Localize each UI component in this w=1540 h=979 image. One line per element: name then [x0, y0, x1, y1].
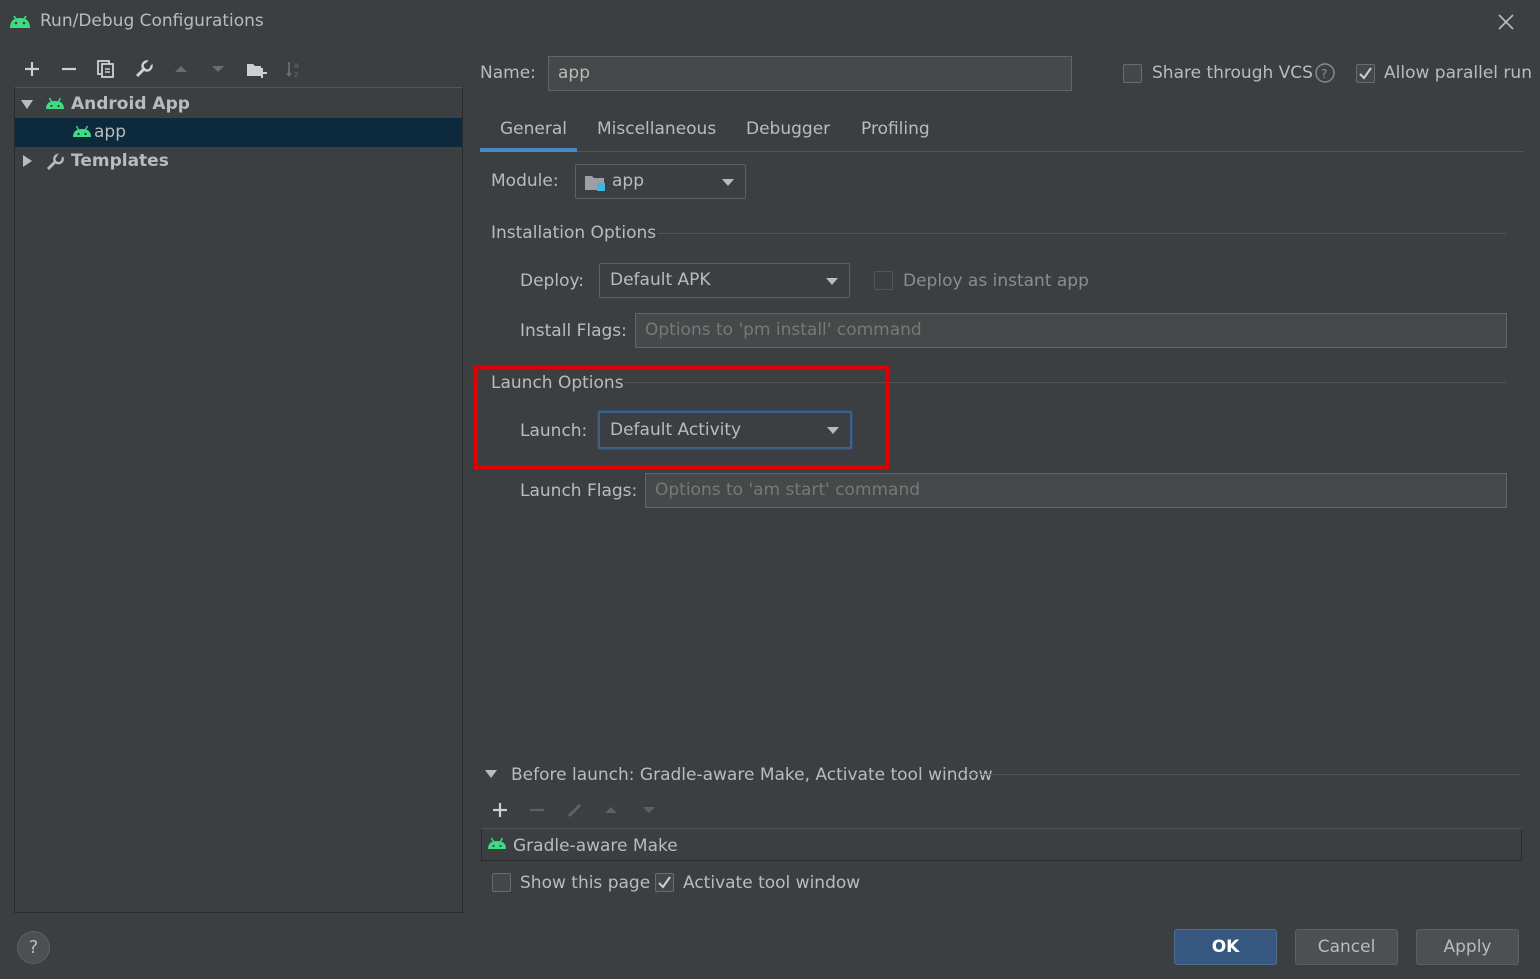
- new-folder-icon[interactable]: [241, 54, 271, 84]
- chevron-down-icon: [825, 277, 839, 286]
- installation-options-title: Installation Options: [491, 223, 657, 243]
- remove-task-icon[interactable]: [522, 795, 552, 825]
- tree-item-templates[interactable]: Templates: [15, 147, 462, 176]
- highlight-box: [474, 365, 889, 469]
- cancel-button[interactable]: Cancel: [1295, 929, 1398, 965]
- module-dropdown[interactable]: app: [575, 164, 746, 199]
- tab-active-indicator: [480, 148, 577, 152]
- module-folder-icon: [584, 173, 608, 193]
- install-flags-label: Install Flags:: [520, 321, 627, 341]
- task-label: Gradle-aware Make: [513, 836, 678, 856]
- title-bar: Run/Debug Configurations: [0, 0, 1540, 44]
- help-circle-icon[interactable]: ?: [1314, 62, 1336, 84]
- add-task-icon[interactable]: [485, 795, 515, 825]
- name-field[interactable]: app: [548, 56, 1072, 91]
- add-icon[interactable]: [17, 54, 47, 84]
- remove-icon[interactable]: [54, 54, 84, 84]
- tree-item-app[interactable]: app: [15, 118, 462, 147]
- tree-item-label: Templates: [71, 151, 169, 171]
- svg-text:z: z: [294, 70, 298, 79]
- allow-parallel-checkbox[interactable]: [1356, 64, 1375, 83]
- android-icon: [487, 836, 507, 852]
- tab-label: Profiling: [861, 119, 930, 139]
- show-page-checkbox[interactable]: [492, 873, 511, 892]
- android-icon: [45, 96, 65, 112]
- collapse-arrow-icon[interactable]: [484, 768, 498, 780]
- deploy-label: Deploy:: [520, 271, 585, 291]
- move-up-icon[interactable]: [166, 54, 196, 84]
- tab-label: Miscellaneous: [597, 119, 717, 139]
- show-page-label: Show this page: [520, 873, 651, 893]
- deploy-value: Default APK: [610, 270, 711, 290]
- expand-arrow-icon[interactable]: [20, 97, 34, 111]
- collapse-arrow-icon[interactable]: [20, 154, 34, 168]
- module-value: app: [612, 171, 644, 191]
- deploy-dropdown[interactable]: Default APK: [599, 263, 850, 298]
- install-flags-field[interactable]: Options to 'pm install' command: [635, 313, 1507, 348]
- deploy-instant-checkbox[interactable]: [874, 271, 893, 290]
- deploy-instant-label: Deploy as instant app: [903, 271, 1089, 291]
- tab-general[interactable]: General: [480, 112, 577, 152]
- tree-item-label: Android App: [71, 94, 190, 114]
- section-divider: [658, 233, 1506, 234]
- chevron-down-icon: [721, 178, 735, 187]
- close-icon[interactable]: [1492, 8, 1520, 36]
- help-icon[interactable]: ?: [17, 931, 50, 964]
- before-launch-task-list: Gradle-aware Make: [481, 828, 1522, 861]
- activate-tool-checkbox[interactable]: [655, 873, 674, 892]
- sort-icon[interactable]: az: [279, 54, 309, 84]
- launch-flags-field[interactable]: Options to 'am start' command: [645, 473, 1507, 508]
- android-icon: [72, 124, 92, 140]
- launch-flags-label: Launch Flags:: [520, 481, 638, 501]
- section-divider: [966, 774, 1520, 775]
- tree-item-android-app[interactable]: Android App: [15, 90, 462, 119]
- checkmark-icon: [658, 876, 671, 889]
- move-down-icon[interactable]: [203, 54, 233, 84]
- checkmark-icon: [1359, 67, 1372, 80]
- wrench-icon: [46, 153, 66, 171]
- copy-icon[interactable]: [91, 54, 121, 84]
- edit-task-icon[interactable]: [560, 795, 590, 825]
- configuration-tree: Android App app Templates: [14, 87, 463, 913]
- allow-parallel-label: Allow parallel run: [1384, 63, 1532, 83]
- ok-button[interactable]: OK: [1174, 929, 1277, 965]
- before-launch-title: Before launch: Gradle-aware Make, Activa…: [511, 765, 993, 785]
- apply-button[interactable]: Apply: [1416, 929, 1519, 965]
- android-icon: [8, 10, 32, 32]
- svg-text:a: a: [294, 61, 299, 70]
- list-item[interactable]: Gradle-aware Make: [482, 829, 1521, 860]
- wrench-icon[interactable]: [129, 54, 159, 84]
- module-label: Module:: [491, 171, 559, 191]
- move-task-up-icon[interactable]: [596, 795, 626, 825]
- share-vcs-checkbox[interactable]: [1123, 64, 1142, 83]
- tab-label: General: [500, 119, 567, 139]
- share-vcs-label: Share through VCS: [1152, 63, 1313, 83]
- window-title: Run/Debug Configurations: [40, 11, 264, 31]
- svg-text:?: ?: [1321, 67, 1327, 81]
- activate-tool-label: Activate tool window: [683, 873, 861, 893]
- tab-label: Debugger: [746, 119, 831, 139]
- name-label: Name:: [480, 63, 536, 83]
- tree-item-label: app: [94, 122, 126, 142]
- tabs-divider: [480, 151, 1524, 152]
- move-task-down-icon[interactable]: [634, 795, 664, 825]
